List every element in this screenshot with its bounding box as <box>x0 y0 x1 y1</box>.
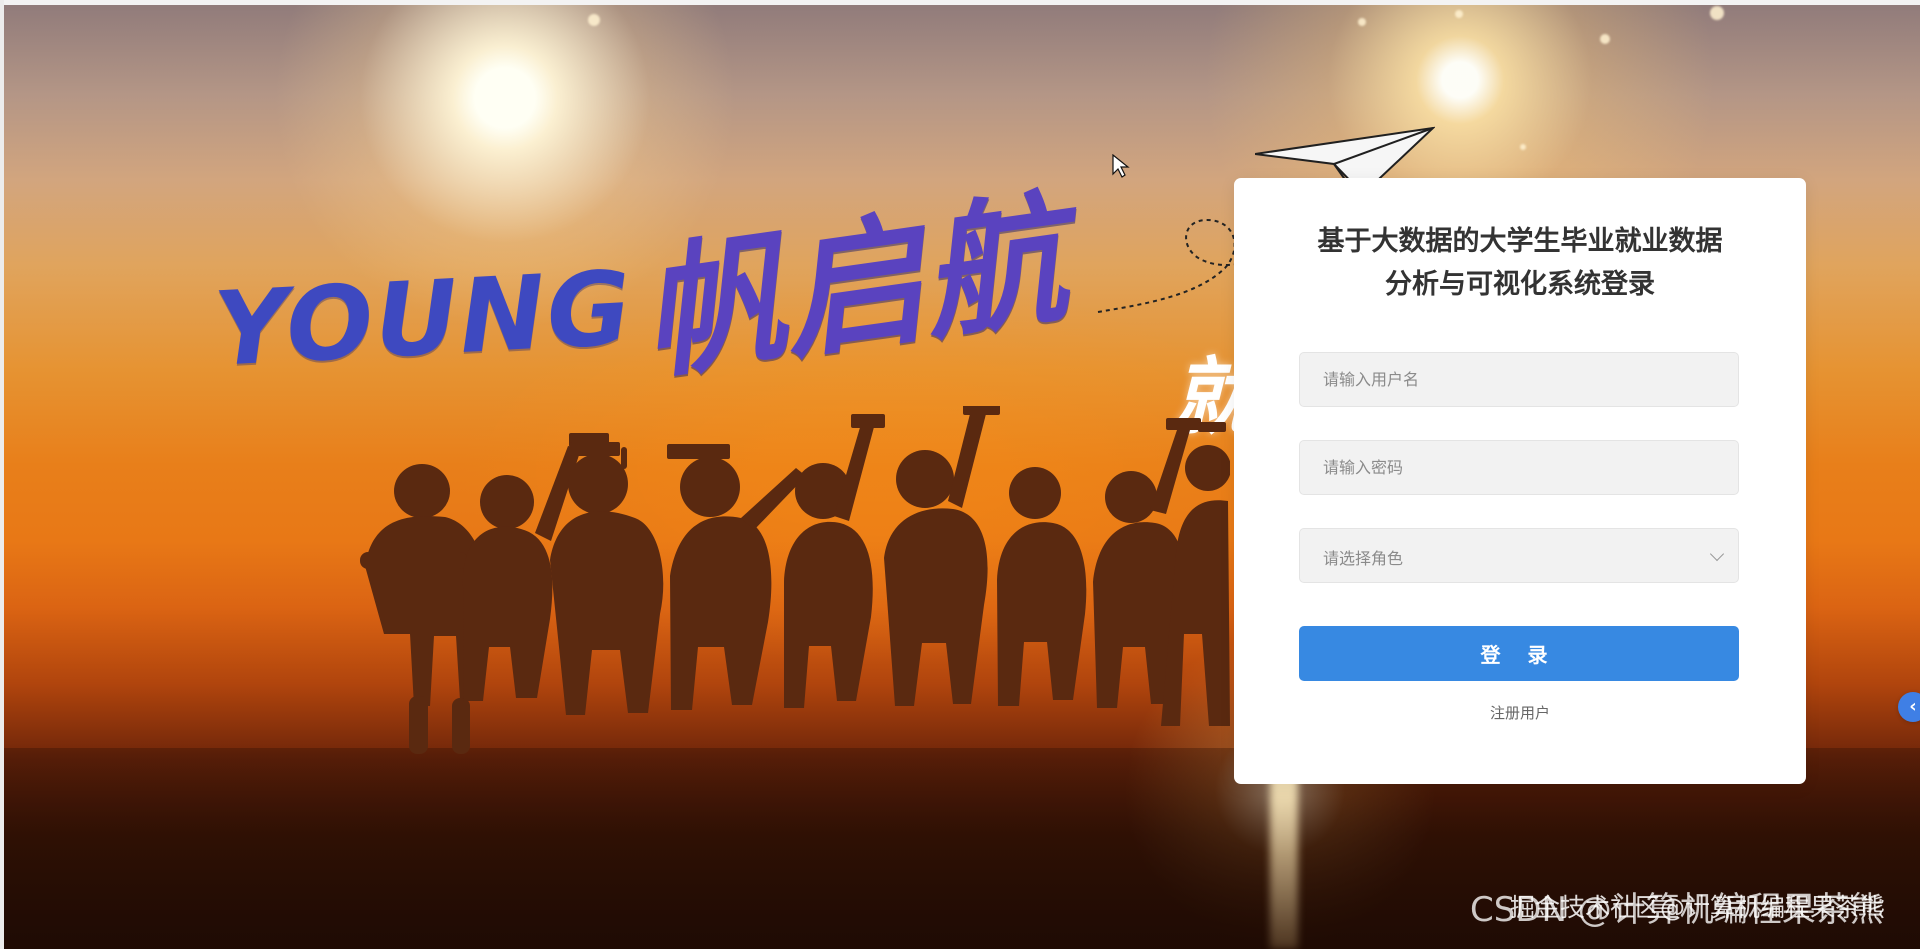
role-select[interactable]: 请选择角色 <box>1299 528 1739 583</box>
sparkle-dot <box>1358 18 1366 26</box>
password-field-wrapper <box>1299 440 1739 495</box>
register-link[interactable]: 注册用户 <box>1234 702 1806 723</box>
dashed-loop-icon <box>1097 218 1240 313</box>
role-placeholder: 请选择角色 <box>1323 549 1404 568</box>
chevron-left-icon: ‹ <box>1909 696 1917 717</box>
username-field-wrapper <box>1299 352 1739 407</box>
sparkle-dot <box>1520 144 1526 150</box>
sparkle-dot <box>1455 10 1463 18</box>
juejin-watermark: 掘金技术社区@计算机编程果茶熊 <box>1510 893 1886 922</box>
login-title-line-2: 分析与可视化系统登录 <box>1385 269 1655 300</box>
sparkle-dot <box>588 14 600 26</box>
side-toggle-button[interactable]: ‹ <box>1898 692 1920 722</box>
sparkle-dot <box>1600 34 1610 44</box>
top-edge <box>0 0 1920 5</box>
login-button[interactable]: 登 录 <box>1299 626 1739 681</box>
login-title-line-1: 基于大数据的大学生毕业就业数据 <box>1317 226 1723 257</box>
login-title: 基于大数据的大学生毕业就业数据 分析与可视化系统登录 <box>1296 220 1744 306</box>
login-card: 基于大数据的大学生毕业就业数据 分析与可视化系统登录 请选择角色 登 录 注册用… <box>1234 178 1806 784</box>
username-input[interactable] <box>1300 353 1738 406</box>
graduates-silhouette <box>360 406 1230 754</box>
hero-title: YOUNG <box>211 249 636 390</box>
password-input[interactable] <box>1300 441 1738 494</box>
sparkle-dot <box>1710 6 1724 20</box>
sun-reflection <box>1270 770 1298 949</box>
login-page: YOUNG 帆启航 就 基于大数据的大学生毕业就业数据 分析与可视化系统登录 请… <box>0 0 1920 949</box>
left-edge <box>0 0 4 949</box>
mouse-cursor-icon <box>1112 154 1130 178</box>
chevron-down-icon <box>1709 546 1725 562</box>
